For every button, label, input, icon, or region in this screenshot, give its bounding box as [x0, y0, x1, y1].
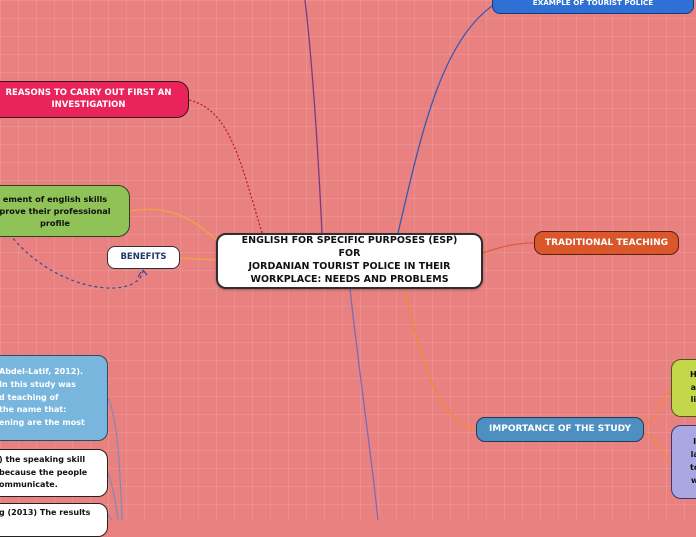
note-right-green-line1: H — [690, 369, 696, 379]
topic-improvement-line2: prove their professional — [0, 205, 111, 216]
topic-example-label: EXAMPLE OF TOURIST POLICE — [532, 0, 654, 8]
note-left-blue-line5: ening are the most — [0, 418, 85, 428]
link-top — [304, 0, 323, 234]
topic-improvement-line3: profile — [40, 218, 70, 229]
note-right-lavender-line4: w — [690, 475, 696, 485]
link-importance — [404, 288, 477, 430]
link-example — [397, 3, 496, 234]
link-right1 — [643, 387, 672, 426]
topic-traditional-teaching[interactable]: TRADITIONAL TEACHING — [534, 231, 679, 255]
link-benefits — [179, 257, 217, 261]
note-right-green[interactable]: H a li — [671, 359, 696, 417]
topic-reasons[interactable]: REASONS TO CARRY OUT FIRST AN INVESTIGAT… — [0, 81, 189, 118]
note-left-white2-line1: g (2013) The results — [0, 508, 91, 517]
note-left-blue-line1: Abdel-Latif, 2012). — [0, 367, 84, 376]
topic-benefits[interactable]: BENEFITS — [107, 246, 180, 269]
central-topic[interactable]: ENGLISH FOR SPECIFIC PURPOSES (ESP) FOR … — [216, 233, 483, 289]
topic-traditional-teaching-label: TRADITIONAL TEACHING — [544, 237, 669, 248]
note-left-white-speaking[interactable]: ) the speaking skill because the people … — [0, 449, 108, 497]
topic-improvement[interactable]: ement of english skills prove their prof… — [0, 185, 130, 237]
note-left-blue-line4: the name that: — [0, 405, 67, 415]
central-topic-line2: JORDANIAN TOURIST POLICE IN THEIR — [248, 261, 451, 272]
central-topic-line3: WORKPLACE: NEEDS AND PROBLEMS — [250, 273, 449, 285]
link-left3 — [107, 514, 113, 520]
link-bottom — [349, 288, 379, 520]
note-left-white1-line1: ) the speaking skill — [0, 454, 86, 464]
note-right-green-line3: li — [690, 395, 696, 405]
link-left2 — [107, 472, 119, 520]
topic-importance-label: IMPORTANCE OF THE STUDY — [488, 424, 632, 435]
note-left-white1-line3: ommunicate. — [0, 480, 58, 490]
topic-reasons-line2: INVESTIGATION — [51, 99, 126, 110]
topic-reasons-line1: REASONS TO CARRY OUT FIRST AN — [5, 88, 172, 99]
topic-benefits-label: BENEFITS — [120, 251, 167, 262]
link-improvement — [129, 208, 217, 241]
topic-importance-of-study[interactable]: IMPORTANCE OF THE STUDY — [476, 417, 644, 442]
link-reasons — [188, 99, 263, 234]
note-left-white-results[interactable]: g (2013) The results — [0, 503, 108, 537]
note-right-lavender-line2: la — [690, 450, 696, 460]
link-traditional — [482, 242, 535, 254]
link-right2 — [643, 431, 672, 463]
topic-example-tourist-police[interactable]: EXAMPLE OF TOURIST POLICE — [492, 0, 694, 14]
note-left-white1-line2: because the people — [0, 467, 88, 477]
topic-improvement-line1: ement of english skills — [2, 193, 108, 204]
central-topic-line1: ENGLISH FOR SPECIFIC PURPOSES (ESP) FOR — [241, 235, 458, 260]
note-right-lavender-line1: I — [693, 437, 696, 447]
note-right-green-line2: a — [690, 382, 696, 392]
note-left-blue-line2: In this study was — [0, 379, 76, 389]
note-right-lavender-line3: to — [690, 463, 696, 472]
note-left-blue[interactable]: Abdel-Latif, 2012). In this study was d … — [0, 355, 108, 441]
note-right-lavender[interactable]: I la to w — [671, 425, 696, 499]
note-left-blue-line3: d teaching of — [0, 392, 59, 402]
